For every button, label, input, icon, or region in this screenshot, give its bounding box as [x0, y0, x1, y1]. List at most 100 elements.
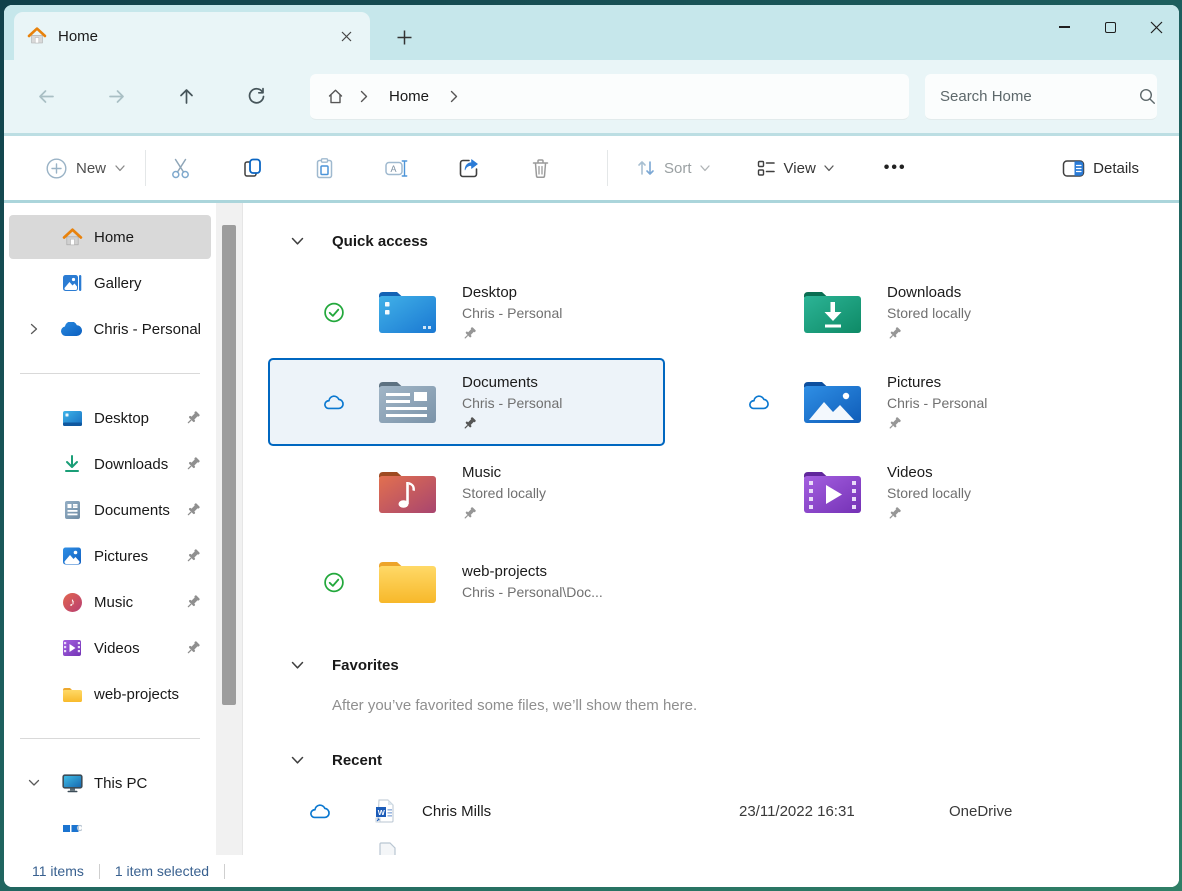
chevron-down-icon[interactable]	[25, 778, 61, 788]
section-title: Recent	[332, 752, 382, 769]
view-button[interactable]: View	[750, 150, 840, 186]
toolbar-separator	[607, 150, 608, 186]
items-count: 11 items	[32, 863, 84, 879]
new-tab-button[interactable]	[396, 29, 413, 46]
favorites-empty-text: After you’ve favorited some files, we’ll…	[332, 697, 1179, 716]
refresh-button[interactable]	[236, 77, 276, 117]
cloud-status-icon	[748, 394, 770, 411]
details-button-label: Details	[1093, 160, 1139, 177]
pin-icon	[185, 548, 201, 564]
plus-circle-icon	[46, 158, 67, 179]
downloads-folder-icon	[801, 286, 865, 338]
chevron-right-icon[interactable]	[25, 323, 60, 335]
details-pane-icon	[1062, 159, 1085, 178]
sidebar-item-videos[interactable]: Videos	[9, 626, 211, 670]
details-button[interactable]: Details	[1056, 151, 1145, 186]
section-title: Quick access	[332, 233, 428, 250]
downloads-icon	[61, 454, 83, 474]
sidebar-item-onedrive[interactable]: Chris - Personal	[9, 307, 211, 351]
chevron-down-icon[interactable]	[291, 237, 304, 246]
chevron-right-icon[interactable]	[450, 90, 458, 103]
up-button[interactable]	[166, 77, 206, 117]
sidebar-item-documents[interactable]: Documents	[9, 488, 211, 532]
pin-icon	[887, 415, 987, 432]
recent-file-row[interactable]: W Chris Mills 23/11/2022 16:31 OneDrive	[309, 796, 1179, 826]
tile-videos[interactable]: Videos Stored locally	[693, 448, 1090, 536]
sidebar-item-label: This PC	[94, 775, 201, 792]
new-button-label: New	[76, 160, 106, 177]
sidebar-item-label: Chris - Personal	[93, 321, 201, 338]
cut-button[interactable]	[148, 144, 212, 192]
more-options-button[interactable]: •••	[874, 153, 917, 183]
sidebar-item-label: Pictures	[94, 548, 185, 565]
section-title: Favorites	[332, 657, 399, 674]
section-quick-access[interactable]: Quick access	[291, 231, 1179, 251]
sidebar-scrollbar[interactable]	[216, 203, 243, 855]
close-button[interactable]	[1133, 5, 1179, 49]
sidebar-item-home[interactable]: Home	[9, 215, 211, 259]
folder-icon	[61, 686, 83, 703]
search-input[interactable]	[940, 88, 1139, 105]
new-button[interactable]: New	[40, 150, 131, 187]
sidebar-item-this-pc[interactable]: This PC	[9, 761, 211, 805]
sidebar-item-gallery[interactable]: Gallery	[9, 261, 211, 305]
sort-button-label: Sort	[664, 160, 692, 177]
section-recent[interactable]: Recent	[291, 750, 1179, 770]
sidebar-item-music[interactable]: ♪ Music	[9, 580, 211, 624]
sidebar-item-desktop[interactable]: Desktop	[9, 396, 211, 440]
chevron-down-icon	[115, 165, 125, 172]
breadcrumb[interactable]: Home	[310, 74, 909, 120]
view-button-label: View	[784, 160, 816, 177]
paste-button[interactable]	[292, 144, 356, 192]
tab-home[interactable]: Home	[14, 12, 370, 60]
pin-icon	[462, 415, 562, 432]
rename-button[interactable]: A	[364, 144, 428, 192]
tile-desktop[interactable]: Desktop Chris - Personal	[268, 268, 665, 356]
search-box[interactable]	[925, 74, 1157, 120]
music-icon: ♪	[61, 593, 83, 612]
sort-button[interactable]: Sort	[630, 150, 716, 186]
tile-music[interactable]: Music Stored locally	[268, 448, 665, 536]
tile-subtitle: Stored locally	[462, 483, 546, 504]
file-explorer-window: Home	[4, 5, 1179, 887]
titlebar: Home	[4, 5, 1179, 60]
gallery-icon	[61, 273, 83, 293]
sidebar-item-pictures[interactable]: Pictures	[9, 534, 211, 578]
delete-button[interactable]	[508, 144, 572, 192]
tile-documents[interactable]: Documents Chris - Personal	[268, 358, 665, 446]
minimize-button[interactable]	[1041, 5, 1087, 49]
sidebar-item-web-projects[interactable]: web-projects	[9, 672, 211, 716]
documents-folder-icon	[376, 376, 440, 428]
pin-icon	[185, 456, 201, 472]
pictures-folder-icon	[801, 376, 865, 428]
paste-icon	[313, 157, 336, 180]
pin-icon	[185, 594, 201, 610]
tile-subtitle: Stored locally	[887, 303, 971, 324]
cut-icon	[169, 157, 192, 180]
breadcrumb-home-icon[interactable]	[326, 87, 345, 106]
chevron-down-icon[interactable]	[291, 756, 304, 765]
folder-icon	[376, 556, 440, 608]
sidebar-item-partial[interactable]	[9, 811, 211, 855]
sidebar-item-downloads[interactable]: Downloads	[9, 442, 211, 486]
forward-button[interactable]	[96, 77, 136, 117]
toolbar-separator	[145, 150, 146, 186]
tile-web-projects[interactable]: web-projects Chris - Personal\Doc...	[268, 538, 665, 626]
section-favorites[interactable]: Favorites	[291, 655, 1179, 675]
desktop-icon	[61, 410, 83, 427]
scrollbar-thumb[interactable]	[222, 225, 236, 705]
chevron-down-icon[interactable]	[291, 661, 304, 670]
recent-file-location: OneDrive	[949, 803, 1012, 820]
sidebar-item-label: Desktop	[94, 410, 185, 427]
copy-button[interactable]	[220, 144, 284, 192]
recent-file-row-partial[interactable]	[376, 842, 1179, 855]
share-button[interactable]	[436, 144, 500, 192]
close-icon	[1150, 21, 1163, 34]
tile-downloads[interactable]: Downloads Stored locally	[693, 268, 1090, 356]
tab-close-icon[interactable]	[336, 28, 357, 45]
tile-pictures[interactable]: Pictures Chris - Personal	[693, 358, 1090, 446]
sync-ok-icon	[323, 301, 345, 324]
breadcrumb-segment-home[interactable]: Home	[383, 88, 435, 105]
back-button[interactable]	[26, 77, 66, 117]
maximize-button[interactable]	[1087, 5, 1133, 49]
